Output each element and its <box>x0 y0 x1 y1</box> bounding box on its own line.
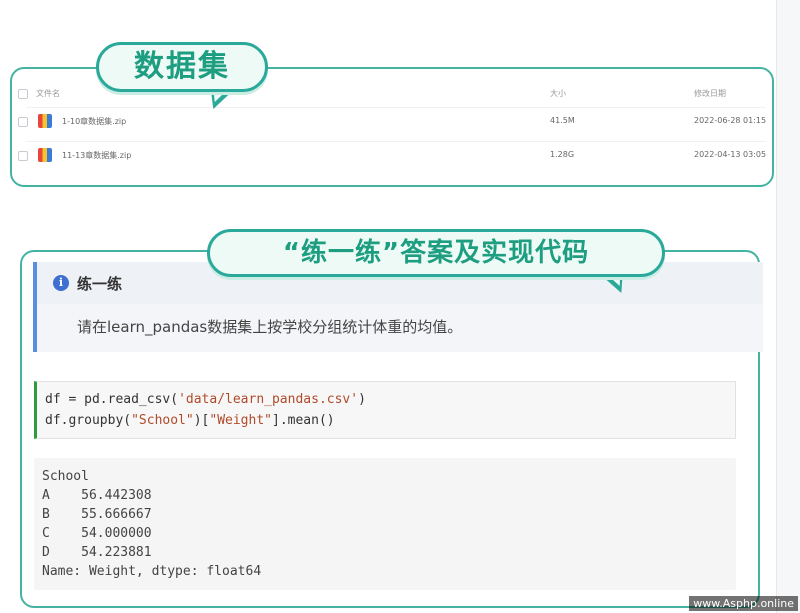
divider <box>26 107 766 108</box>
site-watermark: www.Asphp.online <box>689 596 798 611</box>
window-edge <box>776 0 800 613</box>
output-line: School <box>42 469 89 484</box>
file-name[interactable]: 1-10章数据集.zip <box>62 116 126 127</box>
row-checkbox[interactable] <box>18 151 28 161</box>
file-date: 2022-04-13 03:05 <box>694 150 767 159</box>
output-line: A 56.442308 <box>42 488 152 503</box>
info-icon: i <box>53 275 69 291</box>
output-cell: School A 56.442308 B 55.666667 C 54.0000… <box>34 458 736 590</box>
file-name[interactable]: 11-13章数据集.zip <box>62 150 131 161</box>
column-name-header[interactable]: 文件名 <box>36 88 60 99</box>
output-line: B 55.666667 <box>42 507 152 522</box>
file-size: 41.5M <box>550 116 575 125</box>
code-cell[interactable]: df = pd.read_csv('data/learn_pandas.csv'… <box>34 381 736 439</box>
divider <box>26 141 766 142</box>
file-date: 2022-06-28 01:15 <box>694 116 767 125</box>
answer-title-badge: “练一练”答案及实现代码 <box>207 229 665 277</box>
row-checkbox[interactable] <box>18 117 28 127</box>
note-title: 练一练 <box>77 275 123 293</box>
output-line: D 54.223881 <box>42 545 152 560</box>
file-size: 1.28G <box>550 150 575 159</box>
code-line: df = pd.read_csv('data/learn_pandas.csv'… <box>45 392 366 407</box>
dataset-title-badge: 数据集 <box>96 42 268 92</box>
zip-file-icon <box>38 114 52 128</box>
note-body: 请在learn_pandas数据集上按学校分组统计体重的均值。 <box>77 318 463 336</box>
column-date-header[interactable]: 修改日期 <box>694 88 726 99</box>
code-line: df.groupby("School")["Weight"].mean() <box>45 413 335 428</box>
output-line: Name: Weight, dtype: float64 <box>42 564 262 579</box>
select-all-checkbox[interactable] <box>18 89 28 99</box>
column-size-header[interactable]: 大小 <box>550 88 566 99</box>
output-line: C 54.000000 <box>42 526 152 541</box>
file-row[interactable]: 11-13章数据集.zip 1.28G 2022-04-13 03:05 <box>12 147 772 169</box>
zip-file-icon <box>38 148 52 162</box>
file-row[interactable]: 1-10章数据集.zip 41.5M 2022-06-28 01:15 <box>12 113 772 135</box>
